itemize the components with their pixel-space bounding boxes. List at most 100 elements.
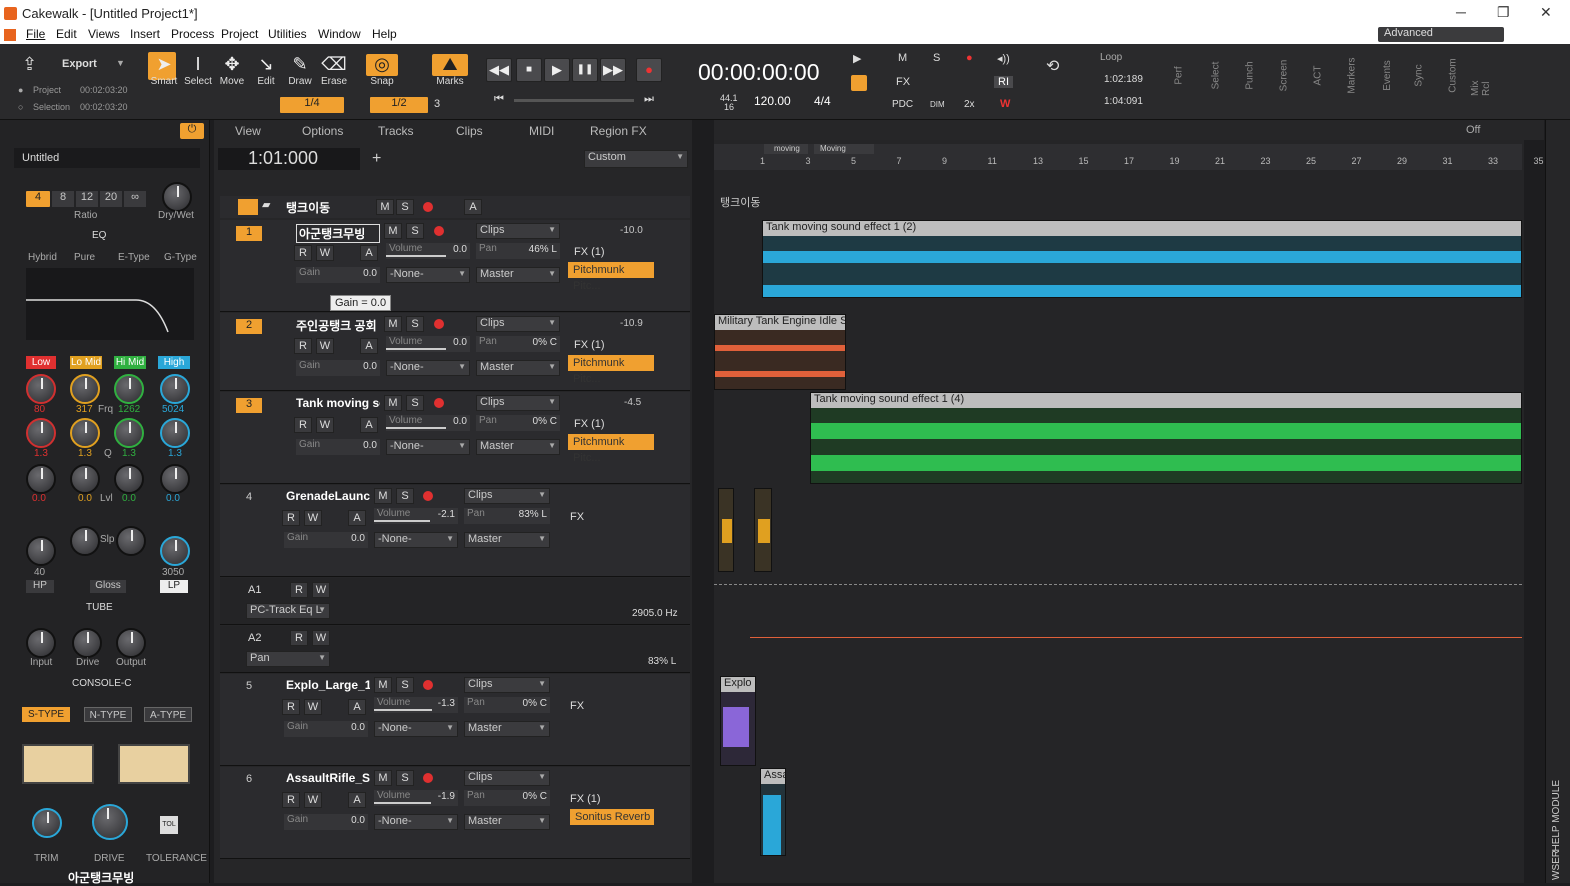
- mute-button[interactable]: M: [374, 488, 392, 504]
- play-from-icon[interactable]: ▶: [853, 52, 861, 65]
- module-act[interactable]: ACT: [1313, 66, 1324, 86]
- fx-label[interactable]: FX (1): [570, 793, 601, 805]
- track-name[interactable]: AssaultRifle_Shc: [286, 771, 370, 785]
- fx-plugin[interactable]: Pitchmunk Pitc...: [568, 262, 654, 292]
- write-button[interactable]: W: [304, 699, 322, 715]
- hp-button[interactable]: HP: [26, 580, 54, 593]
- arm-button[interactable]: [434, 319, 444, 329]
- mute-button[interactable]: M: [384, 395, 402, 411]
- add-track-icon[interactable]: +: [372, 150, 381, 168]
- pan-slider[interactable]: Pan 46% L: [476, 243, 560, 259]
- band-himid-tag[interactable]: Hi Mid: [114, 356, 146, 369]
- marks-toggle[interactable]: ⛰ Marks: [432, 54, 468, 87]
- go-start-icon[interactable]: ⏮: [494, 93, 504, 106]
- high-level-knob[interactable]: [160, 464, 190, 494]
- auto-button[interactable]: A: [348, 792, 366, 808]
- track-name[interactable]: Tank moving sou: [296, 396, 380, 410]
- ratio-12[interactable]: 12: [76, 191, 98, 207]
- track-view-preset[interactable]: Custom: [584, 150, 688, 168]
- lp-slope-knob[interactable]: [116, 526, 146, 556]
- lane-read[interactable]: R: [290, 582, 308, 598]
- auto-button[interactable]: A: [348, 699, 366, 715]
- a-type-button[interactable]: A-TYPE: [144, 707, 192, 722]
- auto-button[interactable]: A: [348, 510, 366, 526]
- rewind-button[interactable]: ◀◀: [486, 58, 512, 82]
- export-dropdown-icon[interactable]: ▼: [116, 58, 125, 68]
- gain-slider[interactable]: Gain 0.0: [284, 814, 368, 830]
- module-markers[interactable]: Markers: [1347, 57, 1358, 93]
- export-button[interactable]: Export: [62, 58, 97, 70]
- export-icon[interactable]: ⇪: [22, 54, 37, 75]
- clip-assault-rifle[interactable]: Assa: [760, 768, 786, 856]
- mute-button[interactable]: M: [374, 677, 392, 693]
- folder-mute[interactable]: M: [376, 199, 394, 215]
- solo-all-button[interactable]: S: [933, 52, 940, 64]
- output-select[interactable]: Master: [464, 814, 550, 830]
- auto-button[interactable]: A: [360, 245, 378, 261]
- menu-project[interactable]: Project: [221, 27, 258, 41]
- lomid-q-knob[interactable]: [70, 418, 100, 448]
- lomid-freq-knob[interactable]: [70, 374, 100, 404]
- menu-region-fx[interactable]: Region FX: [590, 124, 647, 138]
- lane-write[interactable]: W: [312, 582, 330, 598]
- menu-window[interactable]: Window: [318, 27, 361, 41]
- auto-punch-toggle[interactable]: [851, 75, 867, 91]
- mute-button[interactable]: M: [384, 316, 402, 332]
- tube-drive-knob[interactable]: [72, 628, 102, 658]
- n-type-button[interactable]: N-TYPE: [84, 707, 132, 722]
- go-end-icon[interactable]: ⏭: [644, 93, 654, 106]
- input-select[interactable]: -None-: [374, 532, 458, 548]
- ratio-20[interactable]: 20: [100, 191, 122, 207]
- clips-select[interactable]: Clips: [476, 395, 560, 411]
- volume-slider[interactable]: Volume -1.3: [374, 697, 458, 713]
- pan-slider[interactable]: Pan 0% C: [464, 790, 550, 806]
- band-lomid-tag[interactable]: Lo Mid: [70, 356, 102, 369]
- output-select[interactable]: Master: [476, 439, 560, 455]
- volume-slider[interactable]: Volume 0.0: [386, 336, 470, 352]
- gain-slider[interactable]: Gain 0.0: [284, 532, 368, 548]
- input-select[interactable]: -None-: [386, 360, 470, 376]
- mute-all-button[interactable]: M: [898, 52, 907, 64]
- clip-grenade-2[interactable]: [754, 488, 772, 572]
- tube-output-knob[interactable]: [116, 628, 146, 658]
- snap-toggle[interactable]: ◎ Snap: [366, 54, 398, 87]
- marker-moving-1[interactable]: moving: [764, 144, 808, 154]
- mode-hybrid[interactable]: Hybrid: [28, 252, 57, 263]
- write-button[interactable]: W: [1000, 98, 1010, 110]
- menu-views[interactable]: Views: [88, 27, 120, 41]
- pause-button[interactable]: ❚❚: [572, 58, 598, 82]
- tempo-value[interactable]: 120.00: [754, 94, 791, 108]
- menu-midi[interactable]: MIDI: [529, 124, 554, 138]
- himid-freq-knob[interactable]: [114, 374, 144, 404]
- menu-process[interactable]: Process: [171, 27, 214, 41]
- module-select[interactable]: Select: [1210, 62, 1221, 90]
- smart-tool[interactable]: ➤ Smart: [148, 54, 180, 87]
- arm-button[interactable]: [434, 398, 444, 408]
- read-button[interactable]: R: [294, 417, 312, 433]
- gain-slider[interactable]: Gain 0.0: [284, 721, 368, 737]
- module-mix-recall[interactable]: Mix Rcl: [1470, 66, 1492, 96]
- clip-grenade-1[interactable]: [718, 488, 734, 572]
- write-button[interactable]: W: [316, 338, 334, 354]
- himid-level-knob[interactable]: [114, 464, 144, 494]
- output-select[interactable]: Master: [464, 532, 550, 548]
- arm-button[interactable]: [434, 226, 444, 236]
- clips-select[interactable]: Clips: [464, 770, 550, 786]
- input-select[interactable]: -None-: [386, 439, 470, 455]
- menu-utilities[interactable]: Utilities: [268, 27, 307, 41]
- folder-automation[interactable]: A: [464, 199, 482, 215]
- record-button[interactable]: ●: [636, 58, 662, 82]
- read-button[interactable]: R: [294, 245, 312, 261]
- input-select[interactable]: -None-: [374, 814, 458, 830]
- play-button[interactable]: ▶: [544, 58, 570, 82]
- tolerance-button[interactable]: TOL: [160, 816, 178, 834]
- fx-label[interactable]: FX (1): [574, 339, 605, 351]
- module-sync[interactable]: Sync: [1414, 64, 1425, 86]
- mode-etype[interactable]: E-Type: [118, 252, 150, 263]
- edit-tool[interactable]: ↘ Edit: [250, 54, 282, 87]
- track-name[interactable]: 아군탱크무빙: [296, 224, 380, 243]
- snap-off-label[interactable]: Off: [1466, 124, 1480, 136]
- read-button[interactable]: R: [282, 699, 300, 715]
- close-button[interactable]: ✕: [1540, 4, 1552, 21]
- output-select[interactable]: Master: [476, 267, 560, 283]
